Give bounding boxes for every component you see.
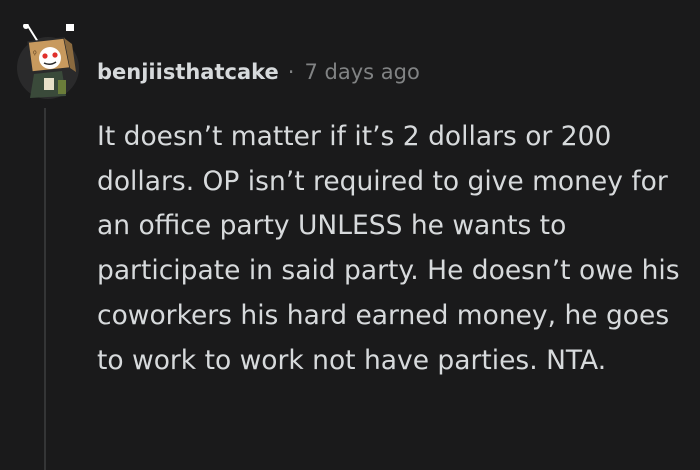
thread-collapse-line[interactable] (44, 108, 46, 470)
comment-body: It doesn’t matter if it’s 2 dollars or 2… (97, 121, 680, 376)
comment-meta: benjiisthatcake · 7 days ago (97, 55, 420, 89)
username-link[interactable]: benjiisthatcake (97, 60, 279, 84)
snoo-box-robot-icon: ϙ (17, 23, 79, 99)
user-avatar[interactable]: ϙ (14, 23, 82, 100)
meta-separator: · (287, 60, 295, 84)
svg-text:ϙ: ϙ (33, 49, 37, 56)
comment-timestamp[interactable]: 7 days ago (304, 60, 419, 84)
comment: ϙ benjiisthatcake · 7 days ago It doesn’… (0, 0, 700, 470)
